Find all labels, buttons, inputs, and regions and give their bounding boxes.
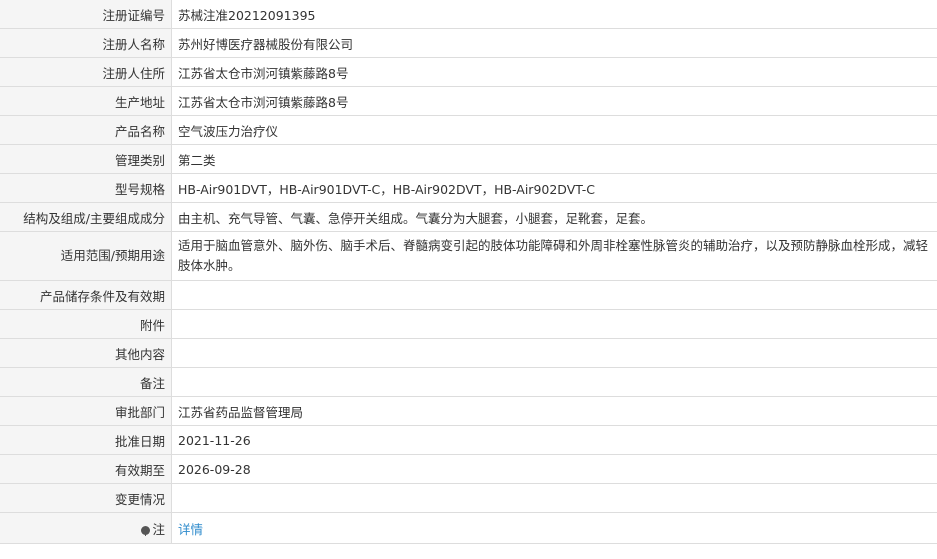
row-label: 产品名称 [0, 115, 172, 145]
row-product-name: 产品名称 空气波压力治疗仪 [0, 115, 937, 145]
row-label: 审批部门 [0, 396, 172, 426]
row-label: 附件 [0, 309, 172, 339]
row-value [171, 483, 937, 513]
row-registrant-name: 注册人名称 苏州好博医疗器械股份有限公司 [0, 28, 937, 58]
row-label: 注册人名称 [0, 28, 172, 58]
row-label: 生产地址 [0, 86, 172, 116]
row-value: 空气波压力治疗仪 [171, 115, 937, 145]
row-value: 2021-11-26 [171, 425, 937, 455]
row-value: 2026-09-28 [171, 454, 937, 484]
row-value: 第二类 [171, 144, 937, 174]
row-value [171, 367, 937, 397]
row-intended-use: 适用范围/预期用途 适用于脑血管意外、脑外伤、脑手术后、脊髓病变引起的肢体功能障… [0, 231, 937, 281]
row-value [171, 309, 937, 339]
registration-detail-table: 注册证编号 苏械注准20212091395 注册人名称 苏州好博医疗器械股份有限… [0, 0, 937, 544]
row-value [171, 280, 937, 310]
row-production-address: 生产地址 江苏省太仓市浏河镇紫藤路8号 [0, 86, 937, 116]
row-label: 型号规格 [0, 173, 172, 203]
row-management-category: 管理类别 第二类 [0, 144, 937, 174]
row-storage-conditions: 产品储存条件及有效期 [0, 280, 937, 310]
row-label: 管理类别 [0, 144, 172, 174]
row-value: 由主机、充气导管、气囊、急停开关组成。气囊分为大腿套，小腿套，足靴套，足套。 [171, 202, 937, 232]
row-remarks: 备注 [0, 367, 937, 397]
row-label: 备注 [0, 367, 172, 397]
row-label: 注册证编号 [0, 0, 172, 29]
row-registration-number: 注册证编号 苏械注准20212091395 [0, 0, 937, 29]
row-other-content: 其他内容 [0, 338, 937, 368]
row-label: 变更情况 [0, 483, 172, 513]
row-attachments: 附件 [0, 309, 937, 339]
row-value: 江苏省太仓市浏河镇紫藤路8号 [171, 57, 937, 87]
row-label: 注 [0, 512, 172, 544]
row-value: 详情 [171, 512, 937, 544]
row-valid-until: 有效期至 2026-09-28 [0, 454, 937, 484]
row-label: 其他内容 [0, 338, 172, 368]
row-approval-date: 批准日期 2021-11-26 [0, 425, 937, 455]
row-label: 有效期至 [0, 454, 172, 484]
row-value: 江苏省太仓市浏河镇紫藤路8号 [171, 86, 937, 116]
row-label: 产品储存条件及有效期 [0, 280, 172, 310]
row-value [171, 338, 937, 368]
row-value: 苏械注准20212091395 [171, 0, 937, 29]
row-label: 注册人住所 [0, 57, 172, 87]
row-structure-composition: 结构及组成/主要组成成分 由主机、充气导管、气囊、急停开关组成。气囊分为大腿套，… [0, 202, 937, 232]
row-label: 结构及组成/主要组成成分 [0, 202, 172, 232]
note-label: 注 [152, 521, 165, 537]
row-note: 注 详情 [0, 512, 937, 544]
row-approval-department: 审批部门 江苏省药品监督管理局 [0, 396, 937, 426]
row-value: HB-Air901DVT，HB-Air901DVT-C，HB-Air902DVT… [171, 173, 937, 203]
row-label: 批准日期 [0, 425, 172, 455]
row-model-spec: 型号规格 HB-Air901DVT，HB-Air901DVT-C，HB-Air9… [0, 173, 937, 203]
note-pin-icon [141, 525, 151, 536]
row-registrant-address: 注册人住所 江苏省太仓市浏河镇紫藤路8号 [0, 57, 937, 87]
details-link[interactable]: 详情 [178, 522, 203, 537]
row-value: 江苏省药品监督管理局 [171, 396, 937, 426]
row-label: 适用范围/预期用途 [0, 231, 172, 281]
row-value: 适用于脑血管意外、脑外伤、脑手术后、脊髓病变引起的肢体功能障碍和外周非栓塞性脉管… [171, 231, 937, 281]
row-value: 苏州好博医疗器械股份有限公司 [171, 28, 937, 58]
row-change-history: 变更情况 [0, 483, 937, 513]
